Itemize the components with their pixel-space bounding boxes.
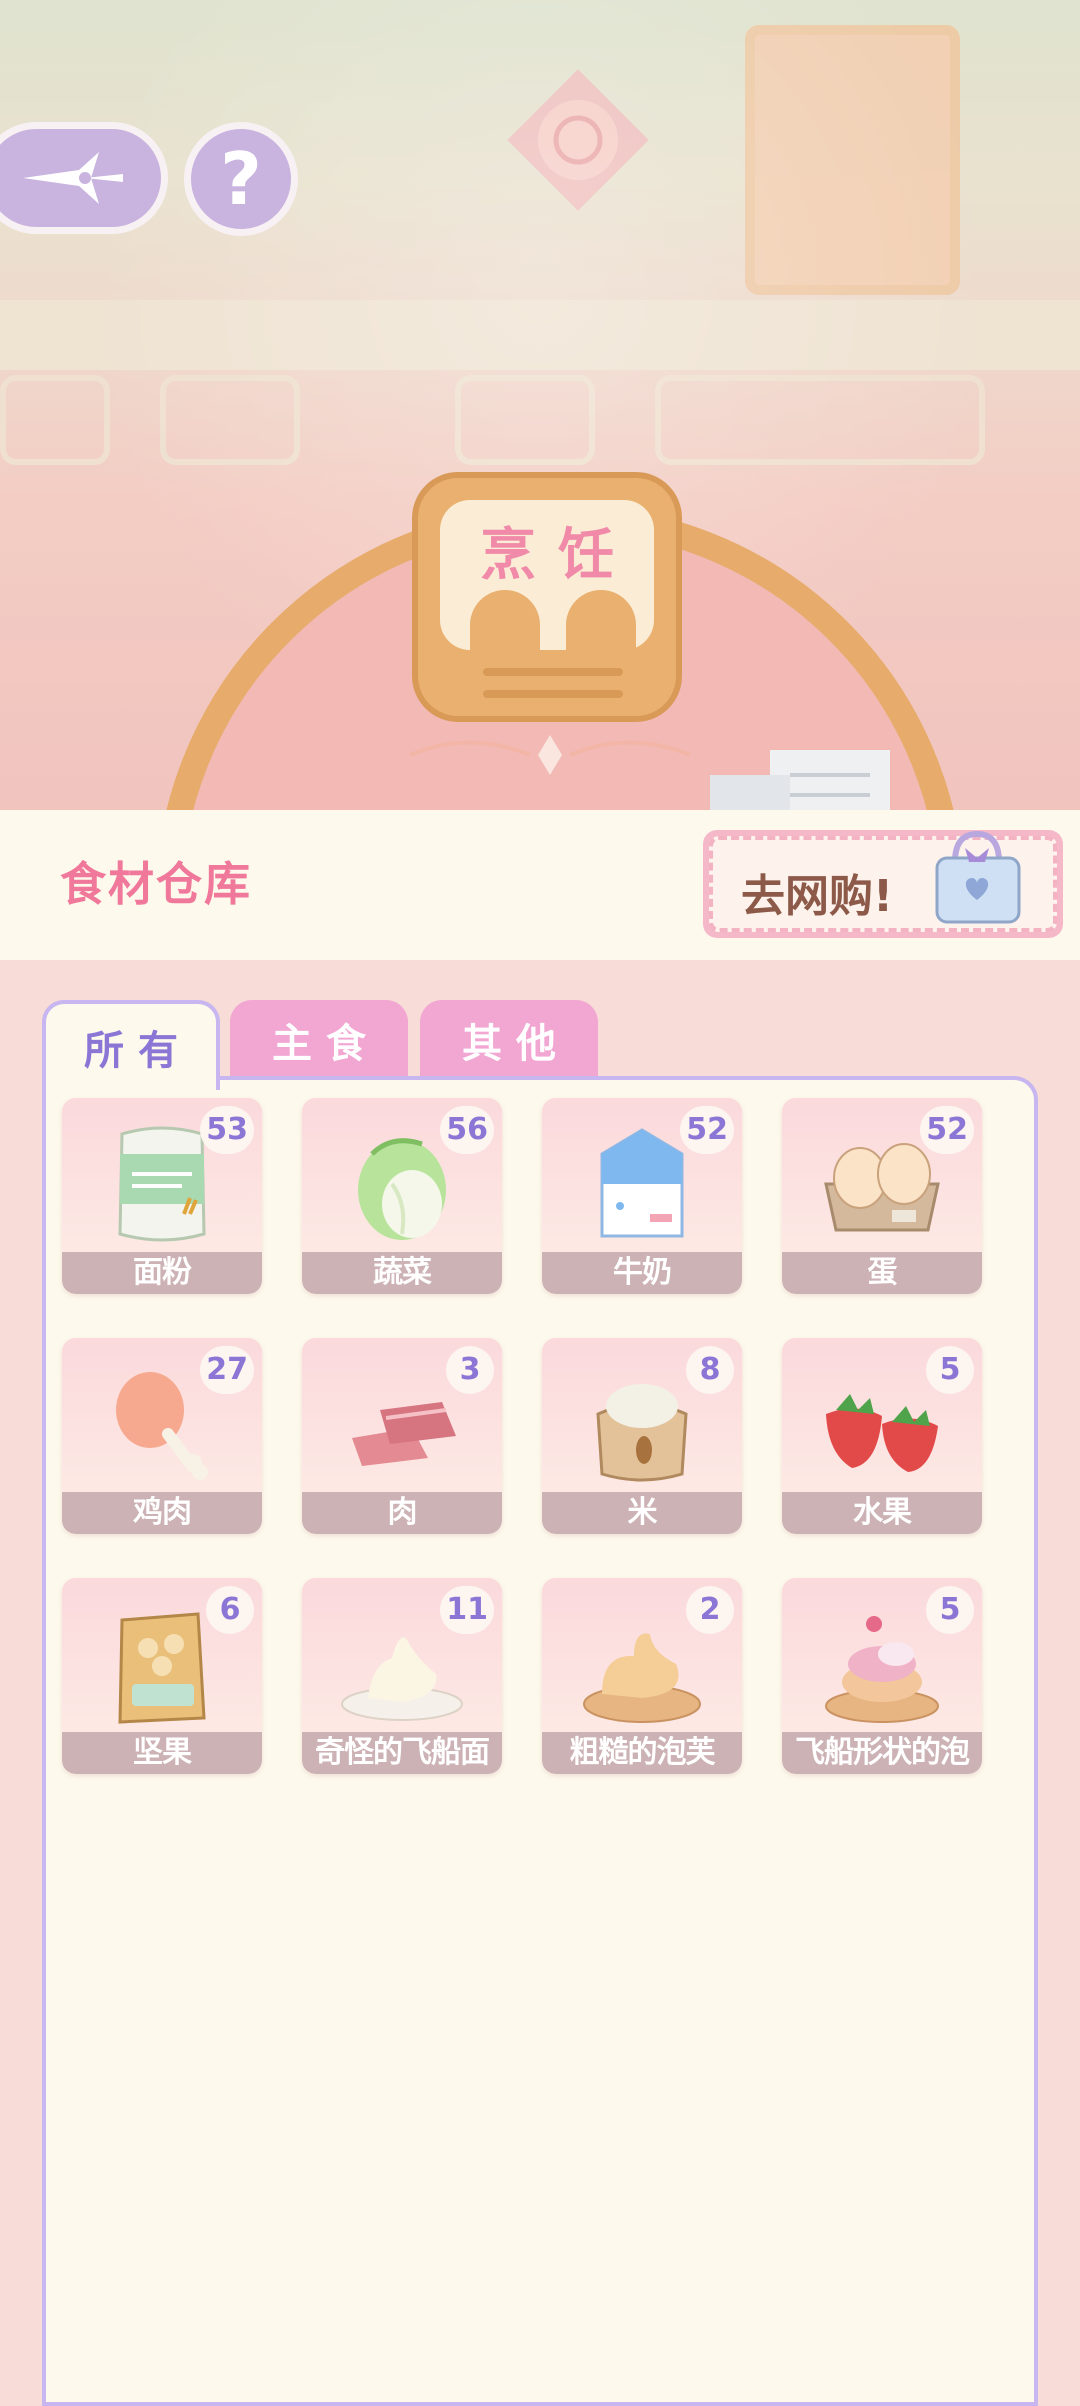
item-count: 5 bbox=[926, 1586, 974, 1634]
item-name: 蛋 bbox=[782, 1252, 982, 1294]
question-icon: ? bbox=[220, 137, 262, 221]
station-flourish-decoration bbox=[409, 735, 691, 775]
inventory-item[interactable]: 2 粗糙的泡芙 bbox=[542, 1578, 742, 1774]
shopping-bag-icon bbox=[935, 830, 1021, 924]
inventory-item[interactable]: 11 奇怪的飞船面 bbox=[302, 1578, 502, 1774]
help-button[interactable]: ? bbox=[184, 122, 298, 236]
item-count: 8 bbox=[686, 1346, 734, 1394]
item-count: 11 bbox=[440, 1586, 494, 1634]
inventory-panel: 53 面粉 56 蔬菜 52 牛奶 52 蛋 27 鸡肉 3 肉 8 米 5 水… bbox=[42, 1076, 1038, 2406]
inventory-item[interactable]: 8 米 bbox=[542, 1338, 742, 1534]
item-count: 56 bbox=[440, 1106, 494, 1154]
item-count: 3 bbox=[446, 1346, 494, 1394]
inventory-item[interactable]: 27 鸡肉 bbox=[62, 1338, 262, 1534]
storage-title: 食材仓库 bbox=[60, 857, 252, 911]
item-count: 27 bbox=[200, 1346, 254, 1394]
online-shop-button[interactable]: 去网购! bbox=[703, 830, 1063, 938]
cooking-station-sign[interactable]: 烹饪 bbox=[412, 472, 682, 722]
item-name: 奇怪的飞船面 bbox=[302, 1732, 502, 1774]
tab-other[interactable]: 其他 bbox=[420, 1000, 598, 1080]
item-name: 米 bbox=[542, 1492, 742, 1534]
item-name: 鸡肉 bbox=[62, 1492, 262, 1534]
inventory-item[interactable]: 52 牛奶 bbox=[542, 1098, 742, 1294]
inventory-item[interactable]: 56 蔬菜 bbox=[302, 1098, 502, 1294]
item-count: 2 bbox=[686, 1586, 734, 1634]
online-shop-label: 去网购! bbox=[741, 871, 894, 922]
inventory-item[interactable]: 3 肉 bbox=[302, 1338, 502, 1534]
item-count: 5 bbox=[926, 1346, 974, 1394]
item-count: 52 bbox=[680, 1106, 734, 1154]
item-name: 飞船形状的泡 bbox=[782, 1732, 982, 1774]
compass-star-icon bbox=[23, 152, 123, 204]
inventory-item[interactable]: 6 坚果 bbox=[62, 1578, 262, 1774]
item-name: 肉 bbox=[302, 1492, 502, 1534]
item-count: 6 bbox=[206, 1586, 254, 1634]
inventory-item[interactable]: 53 面粉 bbox=[62, 1098, 262, 1294]
item-count: 53 bbox=[200, 1106, 254, 1154]
item-name: 水果 bbox=[782, 1492, 982, 1534]
item-count: 52 bbox=[920, 1106, 974, 1154]
tab-staple-food[interactable]: 主食 bbox=[230, 1000, 408, 1080]
item-name: 粗糙的泡芙 bbox=[542, 1732, 742, 1774]
item-name: 面粉 bbox=[62, 1252, 262, 1294]
back-button[interactable] bbox=[0, 122, 168, 234]
item-name: 牛奶 bbox=[542, 1252, 742, 1294]
inventory-item[interactable]: 5 水果 bbox=[782, 1338, 982, 1534]
cooking-label: 烹饪 bbox=[480, 523, 636, 588]
tab-all[interactable]: 所有 bbox=[42, 1000, 220, 1090]
inventory-item[interactable]: 52 蛋 bbox=[782, 1098, 982, 1294]
item-name: 蔬菜 bbox=[302, 1252, 502, 1294]
background-scene: 烹饪 bbox=[0, 0, 1080, 830]
inventory-item[interactable]: 5 飞船形状的泡 bbox=[782, 1578, 982, 1774]
item-name: 坚果 bbox=[62, 1732, 262, 1774]
